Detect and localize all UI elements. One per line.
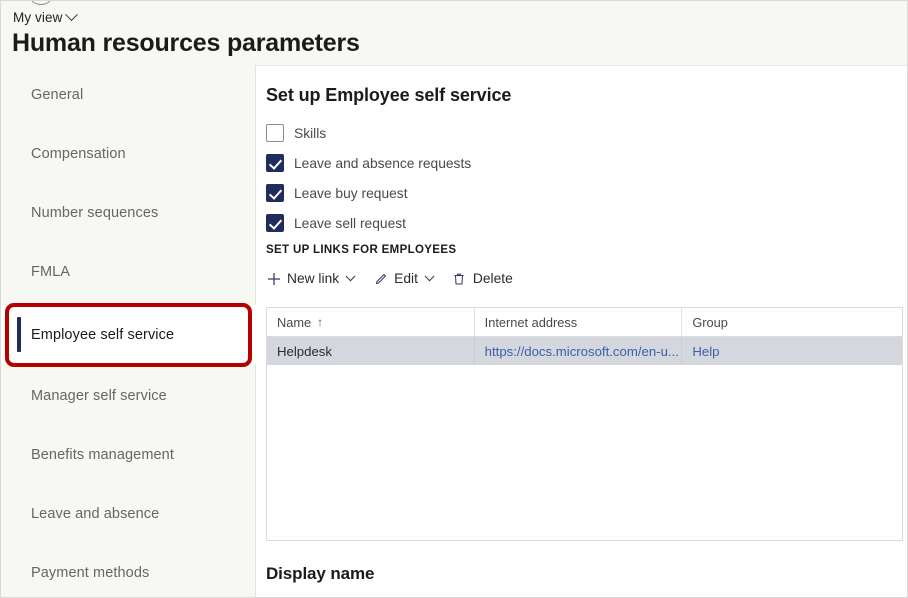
edit-button[interactable]: Edit <box>373 271 435 286</box>
new-link-label: New link <box>287 271 340 286</box>
new-link-button[interactable]: New link <box>266 271 356 286</box>
delete-button[interactable]: Delete <box>452 271 513 286</box>
links-data-grid: Name ↑ Internet address Group Helpdesk h… <box>266 307 903 541</box>
checkbox-row-leave-and-absence-requests[interactable]: Leave and absence requests <box>266 154 471 172</box>
checkbox-row-skills[interactable]: Skills <box>266 124 326 142</box>
app-window: My view Human resources parameters Gener… <box>0 0 908 598</box>
column-header-name[interactable]: Name ↑ <box>267 308 475 336</box>
clipped-arc-decoration <box>30 1 52 5</box>
links-subheading: SET UP LINKS FOR EMPLOYEES <box>266 244 457 256</box>
sidebar-item-employee-self-service[interactable]: Employee self service <box>1 305 256 364</box>
view-selector-label: My view <box>13 10 63 25</box>
edit-label: Edit <box>394 271 418 286</box>
checkbox-leave-sell-request[interactable] <box>266 214 284 232</box>
sidebar-item-label: Compensation <box>31 145 126 162</box>
main-content-panel: Set up Employee self service Skills Leav… <box>256 65 907 597</box>
view-selector[interactable]: My view <box>13 8 79 25</box>
chevron-down-icon <box>65 8 79 22</box>
checkbox-label: Leave sell request <box>294 215 406 231</box>
grid-header-row: Name ↑ Internet address Group <box>267 308 902 337</box>
checkbox-row-leave-buy-request[interactable]: Leave buy request <box>266 184 408 202</box>
sidebar-item-label: Benefits management <box>31 446 174 463</box>
sidebar-item-fmla[interactable]: FMLA <box>1 242 256 301</box>
sort-ascending-icon: ↑ <box>317 315 324 329</box>
column-header-label: Group <box>692 314 728 330</box>
checkbox-skills[interactable] <box>266 124 284 142</box>
cell-name[interactable]: Helpdesk <box>267 337 475 365</box>
sidebar-item-label: Number sequences <box>31 204 159 221</box>
checkbox-row-leave-sell-request[interactable]: Leave sell request <box>266 214 406 232</box>
plus-icon <box>266 271 281 286</box>
sidebar-item-label: Payment methods <box>31 564 150 581</box>
delete-label: Delete <box>472 271 513 286</box>
sidebar-item-general[interactable]: General <box>1 65 256 124</box>
sidebar-item-manager-self-service[interactable]: Manager self service <box>1 366 256 425</box>
checkbox-label: Leave and absence requests <box>294 155 472 171</box>
sidebar-item-leave-and-absence[interactable]: Leave and absence <box>1 484 256 543</box>
table-row[interactable]: Helpdesk https://docs.microsoft.com/en-u… <box>267 337 902 365</box>
grid-toolbar: New link Edit Delete <box>266 271 513 286</box>
sidebar-item-label: FMLA <box>31 263 71 280</box>
column-header-internet-address[interactable]: Internet address <box>475 308 683 336</box>
display-name-heading: Display name <box>266 564 375 583</box>
section-title: Set up Employee self service <box>266 85 512 105</box>
sidebar-item-label: Manager self service <box>31 387 167 404</box>
sidebar-item-payment-methods[interactable]: Payment methods <box>1 543 256 597</box>
checkbox-leave-buy-request[interactable] <box>266 184 284 202</box>
sidebar-item-number-sequences[interactable]: Number sequences <box>1 183 256 242</box>
sidebar-item-benefits-management[interactable]: Benefits management <box>1 425 256 484</box>
checkbox-label: Skills <box>294 125 327 141</box>
page-title: Human resources parameters <box>12 29 360 57</box>
column-header-group[interactable]: Group <box>682 308 902 336</box>
checkbox-leave-and-absence-requests[interactable] <box>266 154 284 172</box>
sidebar-navigation: General Compensation Number sequences FM… <box>1 65 256 597</box>
sidebar-item-label: Employee self service <box>31 326 175 343</box>
sidebar-item-compensation[interactable]: Compensation <box>1 124 256 183</box>
checkbox-label: Leave buy request <box>294 185 408 201</box>
cell-group[interactable]: Help <box>682 337 902 365</box>
cell-internet-address[interactable]: https://docs.microsoft.com/en-u... <box>475 337 683 365</box>
column-header-label: Internet address <box>484 314 578 330</box>
page-header: My view Human resources parameters <box>1 1 907 65</box>
sidebar-item-label: Leave and absence <box>31 505 160 522</box>
chevron-down-icon <box>345 271 356 282</box>
pencil-icon <box>373 271 388 286</box>
column-header-label: Name <box>277 314 312 330</box>
chevron-down-icon <box>424 271 435 282</box>
trash-icon <box>452 271 467 286</box>
selection-accent-bar <box>17 317 21 352</box>
sidebar-item-label: General <box>31 86 84 103</box>
